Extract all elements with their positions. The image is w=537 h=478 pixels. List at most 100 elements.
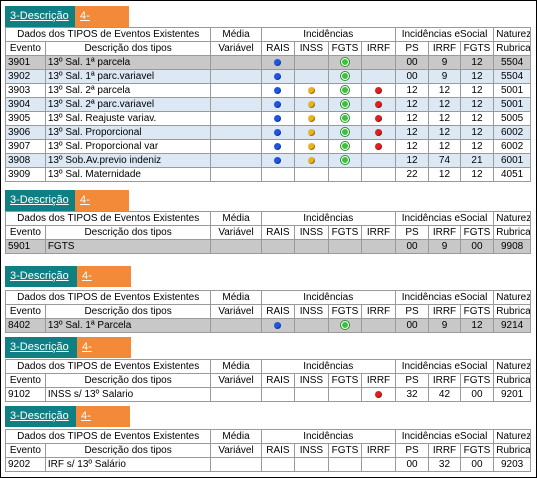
cell-rubrica: 5001 (493, 97, 531, 112)
tab-codigo[interactable]: 4-Código (75, 190, 129, 227)
header-rubrica: Rubrica (493, 41, 531, 56)
cell-rubrica: 9214 (493, 318, 531, 333)
tab-descricao[interactable]: 3-Descrição (5, 337, 77, 358)
table-row[interactable]: 3904 13º Sal. 2ª parc.variavel 12 12 12 5001 (5, 97, 531, 112)
cell-irrf (361, 457, 396, 472)
cell-evento[interactable]: 8402 (5, 318, 46, 333)
cell-evento[interactable]: 5901 (5, 239, 46, 254)
events-table: Dados dos TIPOS de Eventos Existentes Méd… (4, 290, 531, 333)
cell-ps: 32 (394, 387, 430, 402)
header-fgts: FGTS (327, 443, 363, 458)
cell-irrf (361, 239, 396, 254)
cell-evento[interactable]: 3901 (5, 55, 46, 70)
cell-fgts (327, 167, 363, 182)
cell-evento[interactable]: 3903 (5, 83, 46, 98)
cell-inss (294, 97, 329, 112)
cell-variavel (210, 167, 262, 182)
cell-evento[interactable]: 3905 (5, 111, 46, 126)
cell-descricao[interactable]: 13º Sal. Reajuste variav. (44, 111, 212, 126)
cell-irrf-esocial: 9 (428, 69, 461, 84)
events-table: Dados dos TIPOS de Eventos Existentes Méd… (4, 27, 531, 182)
header-rais: RAIS (260, 443, 296, 458)
header-esocial: Incidências eSocial (394, 359, 495, 374)
cell-irrf (361, 83, 396, 98)
header-fgts: FGTS (327, 373, 363, 388)
cell-descricao[interactable]: IRF s/ 13º Salário (44, 457, 212, 472)
header-inss: INSS (294, 443, 329, 458)
table-row[interactable]: 3903 13º Sal. 2ª parcela 12 12 12 5001 (5, 83, 531, 98)
header-fgts-esocial: FGTS (459, 41, 495, 56)
cell-irrf (361, 139, 396, 154)
header-irrf: IRRF (361, 41, 396, 56)
table-row[interactable]: 3905 13º Sal. Reajuste variav. 12 12 12 5005 (5, 111, 531, 126)
tab-codigo[interactable]: 4-Código (76, 406, 130, 443)
cell-descricao[interactable]: 13º Sal. Maternidade (44, 167, 212, 182)
cell-evento[interactable]: 3909 (5, 167, 46, 182)
tab-descricao[interactable]: 3-Descrição (5, 190, 75, 211)
table-row[interactable]: 8402 13º Sal. 1ª Parcela 00 9 12 9214 (5, 318, 531, 333)
cell-evento[interactable]: 3907 (5, 139, 46, 154)
header-descricao: Descrição dos tipos (44, 304, 212, 319)
table-row[interactable]: 3902 13º Sal. 1ª parc.variavel 00 9 12 5504 (5, 69, 531, 84)
table-row[interactable]: 3901 13º Sal. 1ª parcela 00 9 12 5504 (5, 55, 531, 70)
cell-evento[interactable]: 3902 (5, 69, 46, 84)
cell-fgts (327, 387, 363, 402)
cell-irrf-esocial: 12 (428, 167, 461, 182)
cell-variavel (210, 55, 262, 70)
cell-inss (294, 318, 329, 333)
cell-evento[interactable]: 3908 (5, 153, 46, 168)
cell-fgts (327, 457, 363, 472)
cell-rais (260, 457, 296, 472)
cell-rubrica: 6001 (493, 153, 531, 168)
header-incidencias: Incidências (260, 211, 396, 226)
cell-evento[interactable]: 9102 (5, 387, 46, 402)
cell-evento[interactable]: 3904 (5, 97, 46, 112)
table-row[interactable]: 9102 INSS s/ 13º Salario 32 42 00 9201 (5, 387, 531, 402)
cell-variavel (210, 239, 262, 254)
cell-fgts-esocial: 12 (459, 97, 495, 112)
header-natureza: Natureza (493, 359, 531, 374)
cell-fgts-esocial: 12 (459, 83, 495, 98)
cell-descricao[interactable]: 13º Sal. 1ª parc.variavel (44, 69, 212, 84)
table-row[interactable]: 3907 13º Sal. Proporcional var 12 12 12 6002 (5, 139, 531, 154)
cell-fgts (327, 97, 363, 112)
tab-descricao[interactable]: 3-Descrição (5, 266, 77, 287)
rais-indicator-icon (274, 156, 282, 164)
header-variavel: Variável (210, 373, 262, 388)
table-row[interactable]: 5901 FGTS 00 9 00 9908 (5, 239, 531, 254)
cell-descricao[interactable]: 13º Sal. Proporcional (44, 125, 212, 140)
cell-descricao[interactable]: 13º Sob.Av.previo indeniz (44, 153, 212, 168)
events-table: Dados dos TIPOS de Eventos Existentes Méd… (4, 211, 531, 254)
cell-rubrica: 9908 (493, 239, 531, 254)
cell-descricao[interactable]: 13º Sal. 2ª parcela (44, 83, 212, 98)
cell-descricao[interactable]: 13º Sal. Proporcional var (44, 139, 212, 154)
tab-bar: 3-Descrição4-Código (5, 337, 131, 374)
table-row[interactable]: 9202 IRF s/ 13º Salário 00 32 00 9203 (5, 457, 531, 472)
cell-descricao[interactable]: INSS s/ 13º Salario (44, 387, 212, 402)
tab-codigo[interactable]: 4-Código (75, 6, 129, 43)
table-row[interactable]: 3906 13º Sal. Proporcional 12 12 12 6002 (5, 125, 531, 140)
cell-irrf (361, 153, 396, 168)
table-row[interactable]: 3909 13º Sal. Maternidade 22 12 12 4051 (5, 167, 531, 182)
cell-descricao[interactable]: 13º Sal. 1ª Parcela (44, 318, 212, 333)
header-inss: INSS (294, 373, 329, 388)
irrf-indicator-icon (374, 142, 382, 150)
cell-descricao[interactable]: 13º Sal. 1ª parcela (44, 55, 212, 70)
header-evento: Evento (5, 41, 46, 56)
cell-descricao[interactable]: 13º Sal. 2ª parc.variavel (44, 97, 212, 112)
fgts-indicator-icon (340, 72, 349, 81)
tab-descricao[interactable]: 3-Descrição (5, 406, 76, 427)
cell-evento[interactable]: 9202 (5, 457, 46, 472)
header-irrf: IRRF (361, 443, 396, 458)
header-ps: PS (394, 225, 430, 240)
cell-evento[interactable]: 3906 (5, 125, 46, 140)
table-row[interactable]: 3908 13º Sob.Av.previo indeniz 12 74 21 6001 (5, 153, 531, 168)
tab-descricao[interactable]: 3-Descrição (5, 6, 75, 27)
cell-fgts (327, 83, 363, 98)
tab-codigo[interactable]: 4-Código (77, 337, 131, 374)
tab-codigo[interactable]: 4-Código (77, 266, 131, 303)
cell-rais (260, 139, 296, 154)
header-dados: Dados dos TIPOS de Eventos Existentes (4, 27, 212, 42)
cell-descricao[interactable]: FGTS (44, 239, 212, 254)
cell-irrf-esocial: 9 (428, 318, 461, 333)
